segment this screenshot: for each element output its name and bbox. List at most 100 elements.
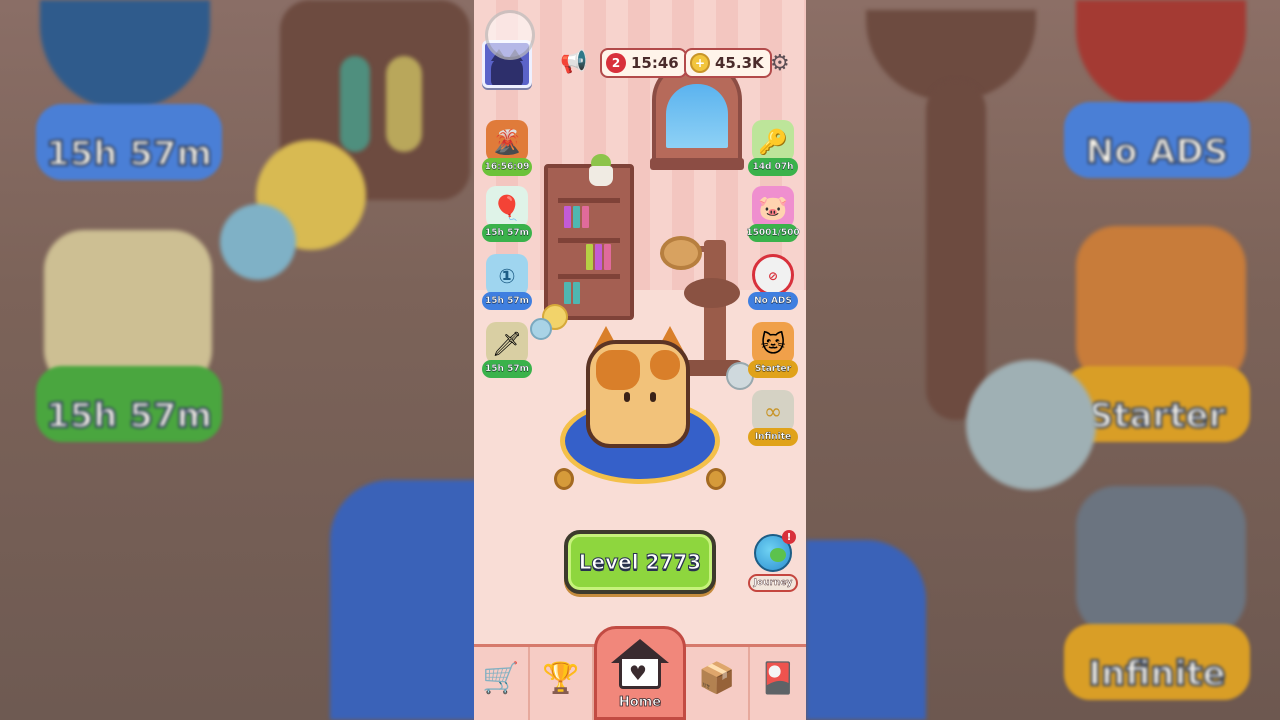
lives-count: 2 xyxy=(611,56,621,70)
touch-indicator xyxy=(485,10,535,60)
offer-piggy-bank[interactable]: 🐷 15001/500 xyxy=(746,186,800,244)
book xyxy=(564,206,571,228)
cat-body xyxy=(586,340,690,448)
offer-label: No ADS xyxy=(748,292,798,310)
bg-offer-tag: 15h 57m xyxy=(36,366,222,442)
coin-balance[interactable]: + 45.3K xyxy=(684,48,772,78)
coin-amount: 45.3K xyxy=(715,54,764,72)
book xyxy=(573,282,580,304)
book xyxy=(586,244,593,270)
lives-timer-text: 15:46 xyxy=(631,54,679,72)
potted-plant xyxy=(586,152,616,186)
shelf-board xyxy=(558,274,620,279)
blurred-background-left: 15h 57m 15h 57m xyxy=(0,0,474,720)
book xyxy=(573,206,580,228)
yarn-ball[interactable] xyxy=(530,318,552,340)
journey-label: Journey xyxy=(748,574,798,592)
globe-land xyxy=(770,548,786,562)
offer-timer: 15h 57m xyxy=(482,360,532,378)
plant-pot xyxy=(589,166,613,186)
nav-trophy[interactable]: 🏆 xyxy=(530,647,594,720)
number-one-glyph: ① xyxy=(498,264,516,288)
bg-book xyxy=(386,56,422,152)
shelf-board xyxy=(558,198,620,203)
heart-icon: ♥ xyxy=(629,661,647,685)
volcano-glyph: 🌋 xyxy=(492,128,522,156)
offer-golden-key[interactable]: 🔑 14d 07h xyxy=(748,120,798,178)
bg-cushion xyxy=(330,480,474,720)
shopping-cart-icon: 🛒 xyxy=(482,661,520,696)
offer-progress: 15001/500 xyxy=(746,224,800,242)
blurred-background-right: No ADS Starter Infinite xyxy=(806,0,1280,720)
bg-tree-post xyxy=(926,80,986,420)
cushion-foot xyxy=(554,468,574,490)
offer-timer: 15h 57m xyxy=(482,224,532,242)
bg-offer-icon xyxy=(40,0,210,110)
key-glyph: 🔑 xyxy=(758,128,788,156)
nav-cards[interactable]: 🎴 xyxy=(750,647,806,720)
offer-label: Infinite xyxy=(748,428,798,446)
journey-button[interactable]: ! Journey xyxy=(748,530,798,594)
avatar-cat xyxy=(491,57,523,85)
cat-glyph: 🐱 xyxy=(760,330,786,358)
lives-timer[interactable]: 2 15:46 xyxy=(600,48,687,78)
main-cat[interactable] xyxy=(586,326,690,448)
cushion-foot xyxy=(706,468,726,490)
bg-book xyxy=(340,56,370,152)
book xyxy=(595,244,602,270)
window-glass xyxy=(666,84,728,148)
offer-starter[interactable]: 🐱 Starter xyxy=(748,322,798,380)
shelf-board xyxy=(558,238,620,243)
offer-volcano[interactable]: 🌋 16:56:09 xyxy=(482,120,532,178)
offer-no-ads[interactable]: ⊘ No ADS xyxy=(748,254,798,312)
megaphone-icon[interactable]: 📢 xyxy=(560,50,587,75)
window-sill xyxy=(650,158,744,170)
offer-timer: 16:56:09 xyxy=(482,158,532,176)
cards-icon: 🎴 xyxy=(759,661,797,696)
heart-icon: 2 xyxy=(606,53,626,73)
offer-number-one[interactable]: ① 15h 57m xyxy=(482,254,532,312)
infinity-glyph: ∞ xyxy=(763,399,783,425)
book xyxy=(604,244,611,270)
book xyxy=(564,282,571,304)
no-ads-glyph: ⊘ xyxy=(767,269,779,283)
balloon-glyph: 🎈 xyxy=(492,194,522,222)
book xyxy=(582,206,589,228)
notification-badge: ! xyxy=(782,530,796,544)
cat-eye xyxy=(650,392,656,402)
offer-knight-cat[interactable]: 🗡 15h 57m xyxy=(482,322,532,380)
cat-tree-bowl[interactable] xyxy=(660,236,702,270)
offer-timer: 15h 57m xyxy=(482,292,532,310)
nav-home-label: Home xyxy=(618,695,662,711)
piggy-glyph: 🐷 xyxy=(758,194,788,222)
cat-box-icon: 📦 xyxy=(698,661,736,696)
nav-collection[interactable]: 📦 xyxy=(686,647,750,720)
settings-gear-icon[interactable]: ⚙ xyxy=(770,51,790,76)
cat-patch xyxy=(596,350,640,390)
bg-offer-icon xyxy=(1076,486,1246,636)
game-screen: 📢 2 15:46 + 45.3K ⚙ 🌋 16:56:09 🎈 15h 57m… xyxy=(474,0,806,720)
nav-home[interactable]: ♥ Home xyxy=(594,626,686,720)
offer-timer: 14d 07h xyxy=(748,158,798,176)
bg-yarn xyxy=(220,204,296,280)
nav-shop[interactable]: 🛒 xyxy=(474,647,530,720)
bg-offer-tag: 15h 57m xyxy=(36,104,222,180)
bg-offer-tag: Infinite xyxy=(1064,624,1250,700)
trophy-icon: 🏆 xyxy=(542,661,580,696)
bg-cushion xyxy=(806,540,926,720)
bg-offer-icon xyxy=(1076,226,1246,386)
level-button[interactable]: Level 2773 xyxy=(564,530,716,594)
offer-infinite[interactable]: ∞ Infinite xyxy=(748,390,798,448)
cat-eye xyxy=(624,392,630,402)
coin-plus-icon: + xyxy=(690,53,710,73)
cat-patch xyxy=(650,350,680,380)
sword-glyph: 🗡 xyxy=(491,330,523,358)
bg-offer-icon xyxy=(1076,0,1246,110)
home-icon: ♥ xyxy=(611,639,669,689)
cat-tree-platform xyxy=(684,278,740,308)
offer-label: Starter xyxy=(748,360,798,378)
offer-balloon-cat[interactable]: 🎈 15h 57m xyxy=(482,186,532,244)
bg-yarn xyxy=(966,360,1096,490)
bookshelf[interactable] xyxy=(544,164,634,320)
bg-offer-tag: No ADS xyxy=(1064,102,1250,178)
